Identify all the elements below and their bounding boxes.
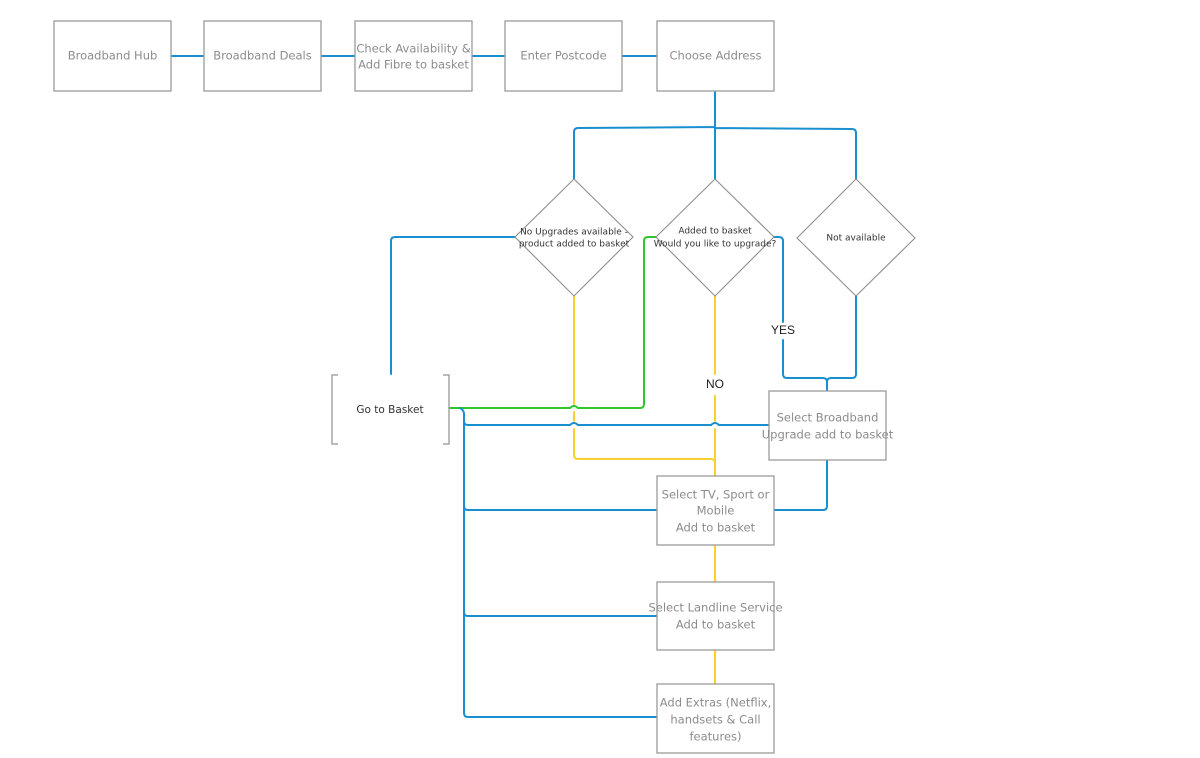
flowchart-canvas: Broadband Hub Broadband Deals Check Avai… (53, 20, 916, 754)
node-select-tv-sport-mobile[interactable]: Select TV, Sport or Mobile Add to basket (656, 475, 775, 546)
basket-bracket-right (443, 374, 450, 445)
edge-label-yes: YES (771, 323, 795, 337)
decision-label-line-1: No Upgrades available - (520, 228, 628, 238)
node-label-line-2: Add Fibre to basket (358, 58, 469, 72)
node-choose-address[interactable]: Choose Address (656, 20, 775, 92)
edge-label-no: NO (706, 377, 724, 391)
decision-no-upgrades[interactable]: No Upgrades available - product added to… (514, 178, 634, 297)
node-box (656, 581, 775, 651)
node-label-line-2: handsets & Call (670, 713, 760, 727)
node-label-line-1: Select TV, Sport or (662, 488, 770, 502)
decision-label-line-2: Would you like to upgrade? (654, 240, 777, 250)
node-label-line-3: Add to basket (676, 521, 756, 535)
connector-basket-returns (459, 407, 770, 718)
connector-address-branch (573, 91, 857, 181)
node-broadband-deals[interactable]: Broadband Deals (203, 20, 322, 92)
connector-noupgrades-to-basket (390, 236, 516, 375)
node-label-line-1: Select Broadband (777, 411, 879, 425)
node-label-line-3: features) (690, 730, 742, 744)
node-label-line-1: Add Extras (Netflix, (660, 696, 772, 710)
node-check-availability[interactable]: Check Availability & Add Fibre to basket (354, 20, 473, 92)
node-box (354, 20, 473, 92)
node-label-line-1: Check Availability & (356, 42, 470, 56)
decision-added-to-basket[interactable]: Added to basket Would you like to upgrad… (654, 178, 777, 297)
node-select-broadband-upgrade[interactable]: Select Broadband Upgrade add to basket (762, 390, 894, 461)
node-box (768, 390, 887, 461)
node-label-line-2: Mobile (697, 504, 735, 518)
node-add-extras[interactable]: Add Extras (Netflix, handsets & Call fea… (656, 683, 775, 754)
basket-bracket-left (331, 374, 338, 445)
node-label-line-2: Upgrade add to basket (762, 428, 894, 442)
decision-not-available[interactable]: Not available (796, 178, 916, 297)
decision-label-line-2: product added to basket (519, 240, 630, 250)
node-label-line-2: Add to basket (676, 618, 756, 632)
node-label-line-1: Select Landline Service (648, 601, 782, 615)
decision-diamond (514, 178, 634, 297)
node-label: Enter Postcode (520, 49, 606, 63)
node-broadband-hub[interactable]: Broadband Hub (53, 20, 172, 92)
node-label: Go to Basket (356, 404, 423, 416)
decision-label: Not available (826, 234, 886, 244)
connector-upgrade-to-tv (773, 459, 828, 511)
node-go-to-basket[interactable]: Go to Basket (331, 374, 450, 445)
node-enter-postcode[interactable]: Enter Postcode (504, 20, 623, 92)
node-label: Broadband Hub (68, 49, 158, 63)
node-label: Choose Address (670, 49, 762, 63)
decision-diamond (655, 178, 775, 297)
decision-label-line-1: Added to basket (678, 227, 752, 237)
node-label: Broadband Deals (213, 49, 312, 63)
node-select-landline[interactable]: Select Landline Service Add to basket (648, 581, 783, 651)
